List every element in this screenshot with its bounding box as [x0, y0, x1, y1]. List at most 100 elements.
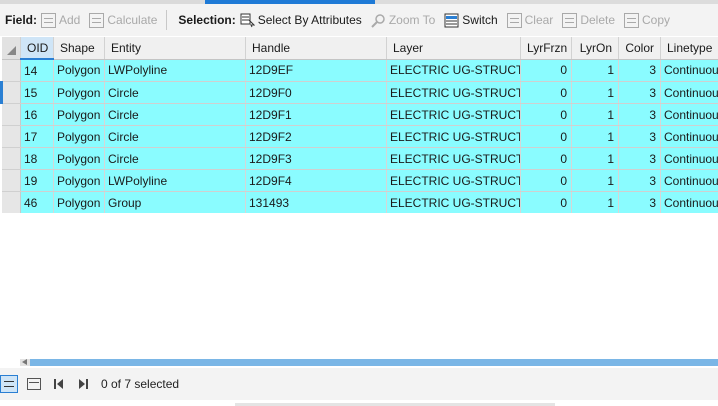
column-header-oid[interactable]: OID: [20, 37, 54, 60]
cell-oid[interactable]: 16: [20, 103, 54, 126]
cell-color[interactable]: 3: [618, 147, 661, 170]
cell-layer[interactable]: ELECTRIC UG-STRUCT...: [386, 59, 521, 82]
show-all-records-icon[interactable]: [0, 375, 18, 393]
show-selected-records-icon[interactable]: [27, 378, 41, 390]
cell-color[interactable]: 3: [618, 125, 661, 148]
cell-shape[interactable]: Polygon: [53, 147, 105, 170]
cell-color[interactable]: 3: [618, 59, 661, 82]
table-row[interactable]: 16 Polygon Circle 12D9F1 ELECTRIC UG-STR…: [1, 103, 718, 126]
cell-entity[interactable]: Group: [104, 191, 246, 213]
cell-entity[interactable]: Circle: [104, 103, 246, 126]
column-header-lyron[interactable]: LyrOn: [571, 37, 619, 60]
cell-color[interactable]: 3: [618, 103, 661, 126]
cell-layer[interactable]: ELECTRIC UG-STRUCT...: [386, 125, 521, 148]
zoom-to-button[interactable]: Zoom To: [371, 13, 435, 28]
scroll-left-arrow-icon[interactable]: [22, 359, 27, 365]
row-selector[interactable]: [1, 191, 21, 213]
row-selector[interactable]: [1, 125, 21, 148]
switch-selection-button[interactable]: Switch: [444, 13, 498, 28]
row-selector[interactable]: [1, 103, 21, 126]
column-header-handle[interactable]: Handle: [245, 37, 387, 60]
cell-shape[interactable]: Polygon: [53, 191, 105, 213]
calculate-field-button[interactable]: Calculate: [89, 12, 157, 28]
cell-shape[interactable]: Polygon: [53, 59, 105, 82]
cell-handle[interactable]: 12D9EF: [245, 59, 387, 82]
cell-lyron[interactable]: 1: [571, 59, 619, 82]
cell-color[interactable]: 3: [618, 169, 661, 192]
column-header-color[interactable]: Color: [618, 37, 661, 60]
row-selector-active[interactable]: [0, 81, 21, 104]
row-selector[interactable]: [1, 147, 21, 170]
cell-linetype[interactable]: Continuous: [660, 191, 718, 213]
last-record-icon[interactable]: [79, 379, 89, 389]
cell-linetype[interactable]: Continuous: [660, 81, 718, 104]
select-all-corner[interactable]: [1, 37, 21, 60]
cell-lyrfrzn[interactable]: 0: [520, 103, 572, 126]
cell-color[interactable]: 3: [618, 81, 661, 104]
cell-lyron[interactable]: 1: [571, 125, 619, 148]
add-field-button[interactable]: Add: [41, 12, 80, 28]
cell-lyron[interactable]: 1: [571, 191, 619, 213]
cell-oid[interactable]: 46: [20, 191, 54, 213]
cell-shape[interactable]: Polygon: [53, 125, 105, 148]
cell-entity[interactable]: Circle: [104, 81, 246, 104]
cell-layer[interactable]: ELECTRIC UG-STRUCT...: [386, 169, 521, 192]
table-row[interactable]: 15 Polygon Circle 12D9F0 ELECTRIC UG-STR…: [0, 81, 718, 104]
cell-handle[interactable]: 131493: [245, 191, 387, 213]
cell-oid[interactable]: 14: [20, 59, 54, 82]
cell-lyron[interactable]: 1: [571, 103, 619, 126]
cell-linetype[interactable]: Continuous: [660, 169, 718, 192]
table-row[interactable]: 46 Polygon Group 131493 ELECTRIC UG-STRU…: [1, 191, 718, 213]
cell-lyrfrzn[interactable]: 0: [520, 125, 572, 148]
cell-lyrfrzn[interactable]: 0: [520, 147, 572, 170]
cell-linetype[interactable]: Continuous: [660, 59, 718, 82]
delete-selection-button[interactable]: Delete: [562, 12, 615, 28]
cell-lyrfrzn[interactable]: 0: [520, 191, 572, 213]
cell-oid[interactable]: 18: [20, 147, 54, 170]
cell-linetype[interactable]: Continuous: [660, 103, 718, 126]
first-record-icon[interactable]: [54, 379, 64, 389]
cell-handle[interactable]: 12D9F0: [245, 81, 387, 104]
cell-handle[interactable]: 12D9F1: [245, 103, 387, 126]
cell-entity[interactable]: LWPolyline: [104, 169, 246, 192]
cell-lyrfrzn[interactable]: 0: [520, 169, 572, 192]
cell-shape[interactable]: Polygon: [53, 81, 105, 104]
cell-layer[interactable]: ELECTRIC UG-STRUCT...: [386, 191, 521, 213]
scrollbar-thumb[interactable]: [30, 359, 718, 366]
table-row[interactable]: 17 Polygon Circle 12D9F2 ELECTRIC UG-STR…: [1, 125, 718, 148]
row-selector[interactable]: [1, 59, 21, 82]
cell-shape[interactable]: Polygon: [53, 103, 105, 126]
cell-entity[interactable]: LWPolyline: [104, 59, 246, 82]
column-header-lyrfrzn[interactable]: LyrFrzn: [520, 37, 572, 60]
cell-entity[interactable]: Circle: [104, 147, 246, 170]
cell-lyrfrzn[interactable]: 0: [520, 81, 572, 104]
cell-lyrfrzn[interactable]: 0: [520, 59, 572, 82]
cell-layer[interactable]: ELECTRIC UG-STRUCT...: [386, 103, 521, 126]
cell-lyron[interactable]: 1: [571, 169, 619, 192]
cell-oid[interactable]: 19: [20, 169, 54, 192]
cell-oid[interactable]: 15: [20, 81, 54, 104]
cell-handle[interactable]: 12D9F2: [245, 125, 387, 148]
cell-handle[interactable]: 12D9F3: [245, 147, 387, 170]
table-row[interactable]: 14 Polygon LWPolyline 12D9EF ELECTRIC UG…: [1, 59, 718, 82]
select-by-attributes-button[interactable]: Select By Attributes: [240, 13, 362, 28]
cell-lyron[interactable]: 1: [571, 147, 619, 170]
column-header-layer[interactable]: Layer: [386, 37, 521, 60]
horizontal-scrollbar[interactable]: [20, 359, 718, 366]
row-selector[interactable]: [1, 169, 21, 192]
cell-layer[interactable]: ELECTRIC UG-STRUCT...: [386, 147, 521, 170]
column-header-shape[interactable]: Shape: [53, 37, 105, 60]
cell-linetype[interactable]: Continuous: [660, 125, 718, 148]
column-header-entity[interactable]: Entity: [104, 37, 246, 60]
cell-layer[interactable]: ELECTRIC UG-STRUCT...: [386, 81, 521, 104]
table-row[interactable]: 18 Polygon Circle 12D9F3 ELECTRIC UG-STR…: [1, 147, 718, 170]
cell-shape[interactable]: Polygon: [53, 169, 105, 192]
cell-linetype[interactable]: Continuous: [660, 147, 718, 170]
cell-lyron[interactable]: 1: [571, 81, 619, 104]
cell-entity[interactable]: Circle: [104, 125, 246, 148]
cell-color[interactable]: 3: [618, 191, 661, 213]
copy-selection-button[interactable]: Copy: [624, 12, 670, 28]
column-header-linetype[interactable]: Linetype: [660, 37, 718, 60]
cell-oid[interactable]: 17: [20, 125, 54, 148]
clear-selection-button[interactable]: Clear: [506, 12, 553, 28]
